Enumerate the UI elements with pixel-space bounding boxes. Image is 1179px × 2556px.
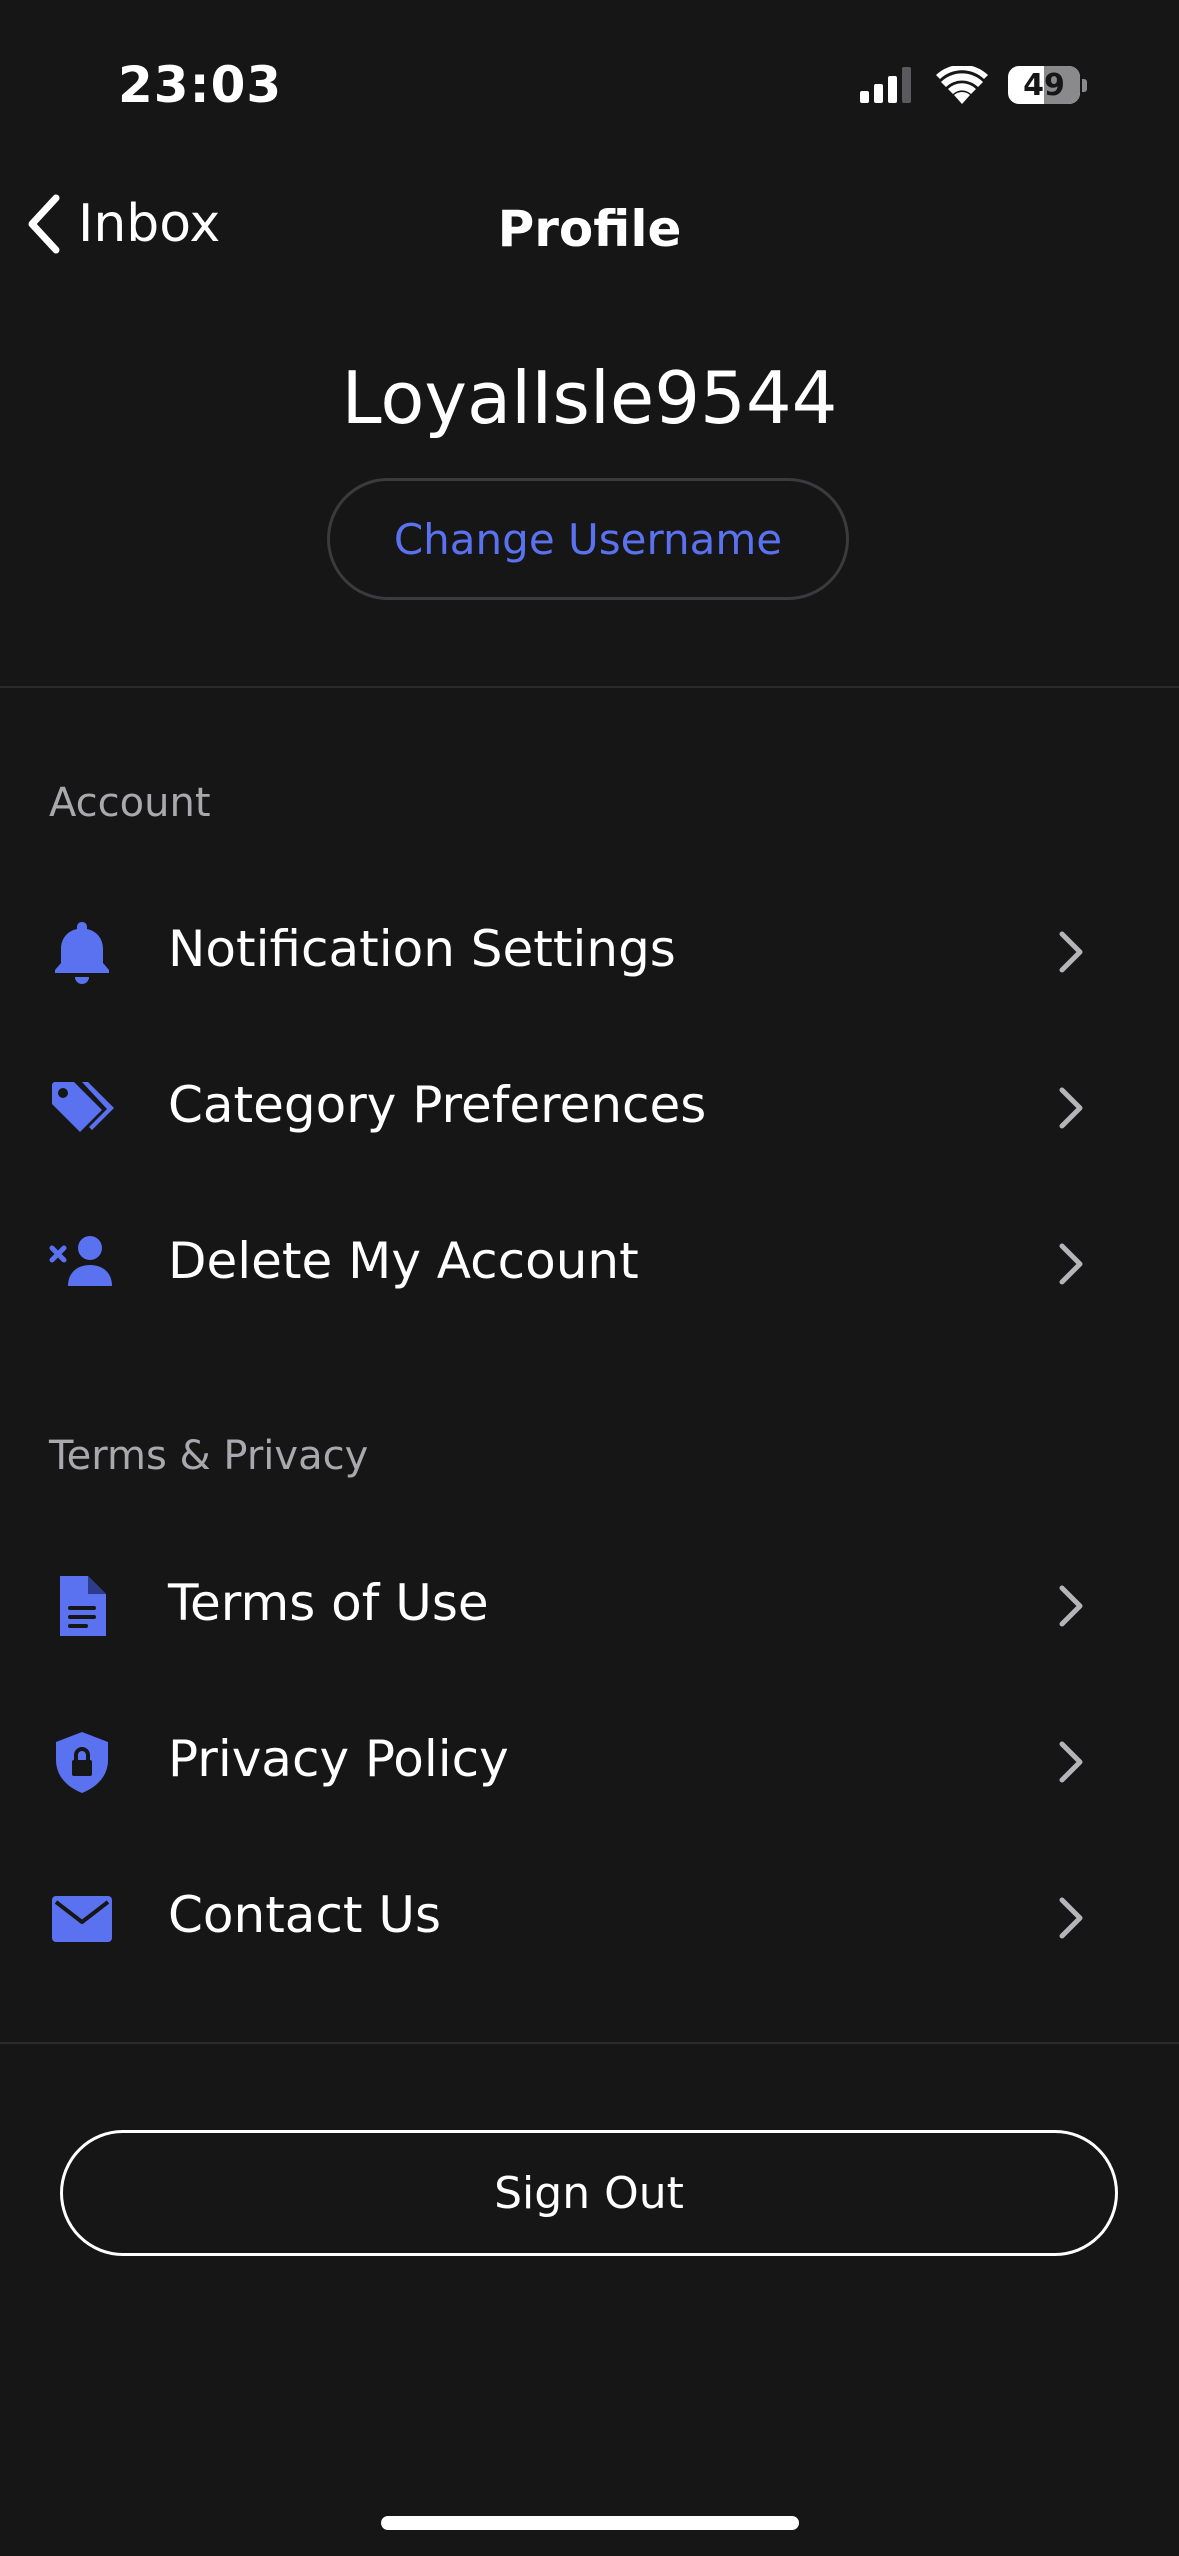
shield-lock-icon [56, 1732, 108, 1793]
envelope-icon [52, 1896, 112, 1942]
navigation-bar: Inbox Profile [0, 180, 1179, 270]
bell-icon [55, 922, 109, 984]
divider [0, 2042, 1179, 2044]
battery-icon: 49 [1008, 66, 1080, 104]
home-indicator [381, 2516, 799, 2530]
delete-account-row[interactable]: Delete My Account [0, 1186, 1179, 1342]
chevron-right-icon [1059, 1087, 1083, 1129]
username: LoyalIsle9544 [341, 356, 838, 440]
battery-level: 49 [1023, 67, 1065, 103]
chevron-right-icon [1059, 1585, 1083, 1627]
wifi-icon [936, 66, 988, 104]
change-username-button[interactable]: Change Username [327, 478, 849, 600]
row-label: Terms of Use [168, 1574, 489, 1632]
cellular-signal-icon [860, 67, 911, 103]
section-label-account: Account [49, 780, 211, 826]
remove-user-icon [49, 1236, 112, 1286]
tags-icon [52, 1082, 114, 1132]
terms-of-use-row[interactable]: Terms of Use [0, 1528, 1179, 1684]
row-label: Notification Settings [168, 920, 676, 978]
chevron-right-icon [1059, 931, 1083, 973]
status-icons: 49 [860, 66, 1087, 104]
category-preferences-row[interactable]: Category Preferences [0, 1030, 1179, 1186]
chevron-right-icon [1059, 1897, 1083, 1939]
privacy-policy-row[interactable]: Privacy Policy [0, 1684, 1179, 1840]
row-label: Delete My Account [168, 1232, 639, 1290]
row-label: Contact Us [168, 1886, 442, 1944]
chevron-right-icon [1059, 1741, 1083, 1783]
notification-settings-row[interactable]: Notification Settings [0, 874, 1179, 1030]
row-label: Category Preferences [168, 1076, 707, 1134]
divider [0, 686, 1179, 688]
sign-out-button[interactable]: Sign Out [60, 2130, 1118, 2256]
status-time: 23:03 [118, 56, 283, 114]
page-title: Profile [497, 200, 682, 258]
chevron-right-icon [1059, 1243, 1083, 1285]
section-label-terms-privacy: Terms & Privacy [49, 1433, 369, 1479]
contact-us-row[interactable]: Contact Us [0, 1840, 1179, 1996]
document-icon [60, 1576, 106, 1636]
row-label: Privacy Policy [168, 1730, 509, 1788]
